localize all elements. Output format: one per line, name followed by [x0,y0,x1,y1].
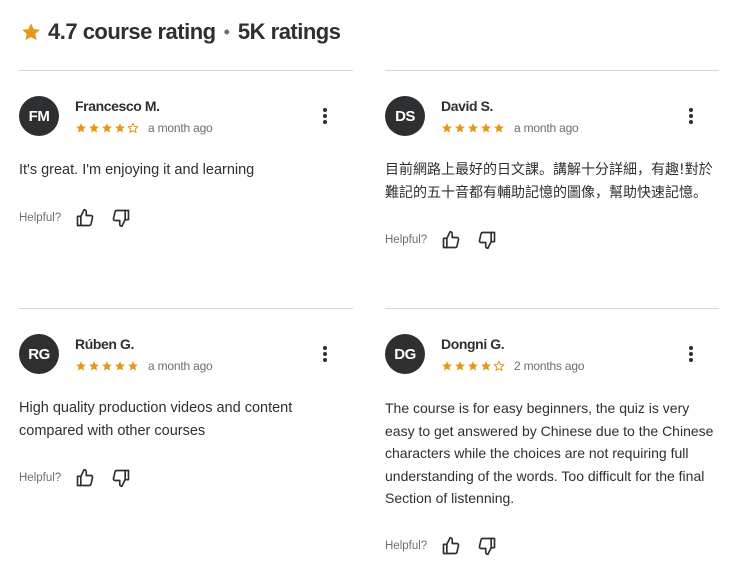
avatar: DS [385,96,425,136]
review-card: FM Francesco M. a month ago It's great. … [19,70,353,230]
more-options-icon[interactable] [315,106,335,126]
ratings-count: 5K ratings [237,19,341,44]
star-filled-icon [76,122,86,132]
star-rating [75,122,140,134]
review-text: 目前網路上最好的日文課。講解十分詳細，有趣!對於難記的五十音都有輔助記憶的圖像，… [385,162,713,201]
more-options-icon[interactable] [315,344,335,364]
star-filled-icon [481,360,491,370]
thumbs-up-icon[interactable] [73,206,97,230]
thumbs-up-icon[interactable] [439,534,463,558]
reviewer-name: Rúben G. [75,335,135,352]
thumbs-up-icon[interactable] [73,466,97,490]
review-text: High quality production videos and conte… [19,400,293,439]
helpful-label: Helpful? [19,211,62,224]
review-text: It's great. I'm enjoying it and learning [19,162,255,178]
helpful-label: Helpful? [385,234,428,246]
star-icon [22,23,40,41]
thumbs-down-icon[interactable] [475,228,499,252]
star-filled-icon [128,360,138,370]
avatar: DG [385,334,425,374]
review-card: DG Dongni G. 2 months ago The course is … [385,308,719,558]
star-rating [441,122,506,134]
star-filled-icon [102,122,112,132]
star-empty-icon [493,360,505,371]
review-card: DS David S. a month ago 目前網路上最好的日文課。講解十分… [385,70,719,252]
thumbs-down-icon[interactable] [109,466,133,490]
star-filled-icon [115,360,125,370]
star-filled-icon [442,122,452,132]
star-rating [441,360,506,372]
star-filled-icon [89,360,99,370]
star-filled-icon [115,122,125,132]
star-empty-icon [127,122,139,133]
thumbs-up-icon[interactable] [439,228,463,252]
star-filled-icon [494,122,504,132]
more-options-icon[interactable] [681,106,701,126]
avatar: RG [19,334,59,374]
star-filled-icon [102,360,112,370]
avatar: FM [19,96,59,136]
star-filled-icon [76,360,86,370]
reviewer-name: Francesco M. [75,97,160,114]
star-filled-icon [455,360,465,370]
star-filled-icon [442,360,452,370]
course-rating-header: 4.7 course rating • 5K ratings [20,16,341,48]
star-filled-icon [89,122,99,132]
reviewer-name: David S. [441,97,494,114]
review-card: RG Rúben G. a month ago High quality pro… [19,308,353,490]
review-date: a month ago [514,120,579,135]
star-filled-icon [468,122,478,132]
review-text: The course is for easy beginners, the qu… [385,400,714,506]
star-filled-icon [455,122,465,132]
thumbs-down-icon[interactable] [475,534,499,558]
helpful-label: Helpful? [385,539,428,552]
review-date: a month ago [148,358,213,373]
star-rating [75,360,140,372]
course-rating-text: 4.7 course rating [48,19,216,44]
review-date: a month ago [148,120,213,135]
star-filled-icon [481,122,491,132]
helpful-label: Helpful? [19,472,62,484]
more-options-icon[interactable] [681,344,701,364]
review-date: 2 months ago [514,358,585,373]
reviewer-name: Dongni G. [441,335,505,352]
separator-dot: • [223,21,230,42]
star-filled-icon [468,360,478,370]
thumbs-down-icon[interactable] [109,206,133,230]
